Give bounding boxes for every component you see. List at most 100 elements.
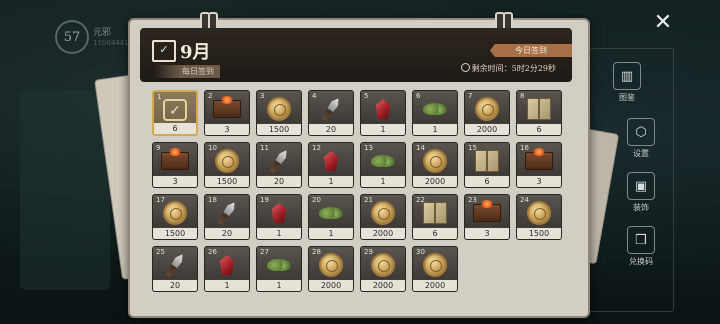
player-badge[interactable]: 57 元邪 11004441	[55, 20, 129, 54]
reward-day-cell[interactable]: 7 2000	[464, 90, 510, 136]
player-level: 57	[55, 20, 89, 54]
blade-icon	[320, 96, 341, 122]
reward-day-cell[interactable]: 23 3	[464, 194, 510, 240]
day-number: 19	[260, 196, 269, 204]
reward-quantity: 2000	[309, 280, 353, 291]
herb-icon	[423, 103, 447, 115]
player-id: 11004441	[93, 38, 129, 47]
day-number: 30	[416, 248, 425, 256]
reward-day-cell[interactable]: 23	[204, 90, 250, 136]
coin-icon	[423, 253, 447, 277]
day-number: 1	[157, 93, 162, 101]
reward-day-cell[interactable]: 18 20	[204, 194, 250, 240]
reward-day-cell[interactable]: 19 1	[256, 194, 302, 240]
reward-day-cell[interactable]: 28 2000	[308, 246, 354, 292]
day-number: 29	[364, 248, 373, 256]
reward-day-cell[interactable]: 1 ✓ 6	[152, 90, 198, 136]
reward-day-cell[interactable]: 26 1	[204, 246, 250, 292]
day-number: 24	[520, 196, 529, 204]
chest-icon	[473, 200, 501, 222]
reward-day-cell[interactable]: 4 20	[308, 90, 354, 136]
scroll-icon	[423, 202, 447, 224]
reward-day-cell[interactable]: 51	[360, 90, 406, 136]
month-title: 9月	[180, 42, 211, 63]
day-number: 10	[208, 144, 217, 152]
reward-day-cell[interactable]: 11 20	[256, 142, 302, 188]
reward-day-cell[interactable]: 25 20	[152, 246, 198, 292]
day-number: 8	[520, 92, 525, 100]
reward-day-cell[interactable]: 21 2000	[360, 194, 406, 240]
day-number: 27	[260, 248, 269, 256]
day-number: 18	[208, 196, 217, 204]
side-item-book[interactable]: ▥ 图鉴	[604, 62, 650, 103]
close-icon: ✕	[653, 10, 673, 35]
book-icon: ▥	[613, 62, 641, 90]
chest-icon	[525, 148, 553, 170]
herb-icon	[319, 207, 343, 219]
reward-day-cell[interactable]: 15 6	[464, 142, 510, 188]
reward-day-cell[interactable]: 16 3	[516, 142, 562, 188]
crystal-icon	[323, 151, 339, 171]
reward-quantity: 1500	[257, 124, 301, 135]
background-decoration	[20, 90, 110, 290]
reward-day-cell[interactable]: 86	[516, 90, 562, 136]
reward-quantity: 3	[517, 176, 561, 187]
reward-quantity: 1500	[517, 228, 561, 239]
reward-quantity: 6	[517, 124, 561, 135]
coin-icon	[319, 253, 343, 277]
side-item-settings[interactable]: ⬡ 设置	[618, 118, 664, 159]
reward-day-cell[interactable]: 17 1500	[152, 194, 198, 240]
day-number: 20	[312, 196, 321, 204]
reward-quantity: 1500	[153, 228, 197, 239]
reward-quantity: 2000	[361, 228, 405, 239]
reward-day-cell[interactable]: 22 6	[412, 194, 458, 240]
reward-day-cell[interactable]: 29 2000	[360, 246, 406, 292]
side-item-label: 装饰	[633, 203, 649, 212]
blade-icon	[216, 200, 237, 226]
reward-day-cell[interactable]: 30 2000	[412, 246, 458, 292]
coin-icon	[475, 97, 499, 121]
day-number: 5	[364, 92, 369, 100]
reward-quantity: 6	[465, 176, 509, 187]
reward-quantity: 1500	[205, 176, 249, 187]
reward-day-cell[interactable]: 12 1	[308, 142, 354, 188]
coin-icon	[371, 253, 395, 277]
reward-quantity: 20	[205, 228, 249, 239]
reward-quantity: 1	[361, 124, 405, 135]
side-item-redeem[interactable]: ❒ 兑换码	[618, 226, 664, 267]
remaining-time: 剩余时间：5时2分29秒	[460, 63, 556, 74]
reward-day-cell[interactable]: 3 1500	[256, 90, 302, 136]
reward-day-cell[interactable]: 20 1	[308, 194, 354, 240]
coin-icon	[527, 201, 551, 225]
gift-icon: ❒	[627, 226, 655, 254]
scroll-icon	[527, 98, 551, 120]
reward-day-cell[interactable]: 27 1	[256, 246, 302, 292]
day-number: 12	[312, 144, 321, 152]
side-item-label: 兑换码	[629, 257, 653, 266]
day-number: 13	[364, 144, 373, 152]
reward-day-cell[interactable]: 61	[412, 90, 458, 136]
side-item-decoration[interactable]: ▣ 装饰	[618, 172, 664, 213]
reward-quantity: 3	[465, 228, 509, 239]
remaining-time-text: 剩余时间：5时2分29秒	[471, 64, 556, 73]
gear-icon: ⬡	[627, 118, 655, 146]
herb-icon	[371, 155, 395, 167]
reward-day-cell[interactable]: 93	[152, 142, 198, 188]
reward-quantity: 2000	[465, 124, 509, 135]
day-number: 11	[260, 144, 269, 152]
close-button[interactable]: ✕	[652, 12, 674, 34]
scroll-icon	[475, 150, 499, 172]
side-item-label: 设置	[633, 149, 649, 158]
day-number: 23	[468, 196, 477, 204]
reward-day-cell[interactable]: 24 1500	[516, 194, 562, 240]
reward-quantity: 2000	[413, 280, 457, 291]
reward-quantity: 3	[153, 176, 197, 187]
day-number: 9	[156, 144, 161, 152]
reward-day-cell[interactable]: 10 1500	[204, 142, 250, 188]
reward-day-cell[interactable]: 13 1	[360, 142, 406, 188]
reward-day-cell[interactable]: 14 2000	[412, 142, 458, 188]
reward-quantity: 20	[309, 124, 353, 135]
day-number: 16	[520, 144, 529, 152]
coin-icon	[371, 201, 395, 225]
day-number: 4	[312, 92, 317, 100]
